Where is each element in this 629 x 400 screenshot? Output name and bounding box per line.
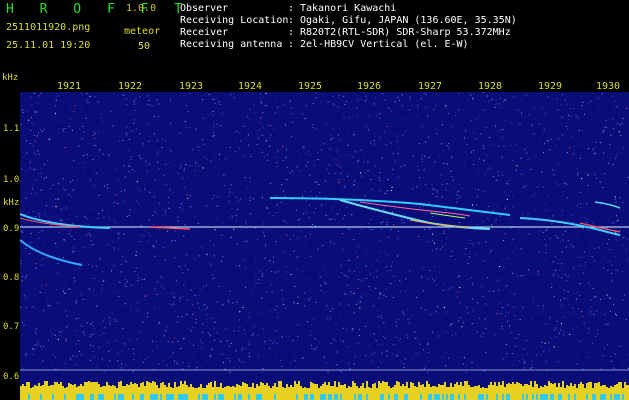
- freq-tick: 0.7: [3, 322, 20, 332]
- time-tick: 1926: [357, 81, 382, 92]
- freq-tick: 0.9: [3, 224, 20, 234]
- time-tick: 1925: [298, 81, 323, 92]
- freq-unit-label: kHz: [2, 73, 19, 83]
- spectrogram-background: [20, 92, 629, 400]
- spectrogram-canvas: [20, 92, 629, 400]
- freq-tick: 0.6: [3, 372, 20, 382]
- info-label: Receiver: [180, 27, 229, 38]
- time-tick: 1930: [596, 81, 621, 92]
- freq-unit-label-mid: kHz: [3, 198, 20, 208]
- info-row-observer: Observer : Takanori Kawachi: [180, 3, 517, 15]
- info-label: Receiving antenna: [180, 39, 283, 50]
- time-tick: 1924: [238, 81, 263, 92]
- time-tick: 1922: [118, 81, 143, 92]
- info-row-receiver: Receiver : R820T2(RTL-SDR) SDR-Sharp 53.…: [180, 27, 517, 39]
- info-separator: :: [288, 27, 295, 38]
- info-row-location: Receiving Location : Ogaki, Gifu, JAPAN …: [180, 15, 517, 27]
- date-time: 25.11.01 19:20: [6, 40, 91, 51]
- meteor-label: meteor: [124, 26, 161, 37]
- spectrogram: [20, 92, 629, 400]
- time-tick: 1928: [478, 81, 503, 92]
- info-separator: :: [288, 3, 295, 14]
- freq-tick: 1.0: [3, 175, 20, 185]
- info-value: Ogaki, Gifu, JAPAN (136.60E, 35.35N): [300, 15, 517, 26]
- time-tick: 1921: [57, 81, 82, 92]
- header: H R O F F T 1.0.0 2511011920.png 25.11.0…: [0, 0, 629, 74]
- info-row-antenna: Receiving antenna : 2el-HB9CV Vertical (…: [180, 39, 517, 51]
- file-name: 2511011920.png: [6, 22, 91, 33]
- station-info: Observer : Takanori Kawachi Receiving Lo…: [180, 3, 517, 51]
- info-value: Takanori Kawachi: [300, 3, 397, 14]
- time-tick: 1927: [418, 81, 443, 92]
- info-label: Receiving Location: [180, 15, 289, 26]
- freq-tick: 1.1: [3, 124, 20, 134]
- info-separator: :: [288, 39, 295, 50]
- meteor-count: 50: [138, 41, 151, 52]
- info-value: R820T2(RTL-SDR) SDR-Sharp 53.372MHz: [300, 27, 511, 38]
- app-version: 1.0.0: [126, 3, 157, 14]
- info-value: 2el-HB9CV Vertical (el. E-W): [300, 39, 469, 50]
- info-label: Observer: [180, 3, 229, 14]
- time-tick: 1929: [538, 81, 563, 92]
- time-tick: 1923: [179, 81, 204, 92]
- info-separator: :: [288, 15, 295, 26]
- freq-tick: 0.8: [3, 273, 20, 283]
- app-title: H R O F F T: [6, 2, 192, 17]
